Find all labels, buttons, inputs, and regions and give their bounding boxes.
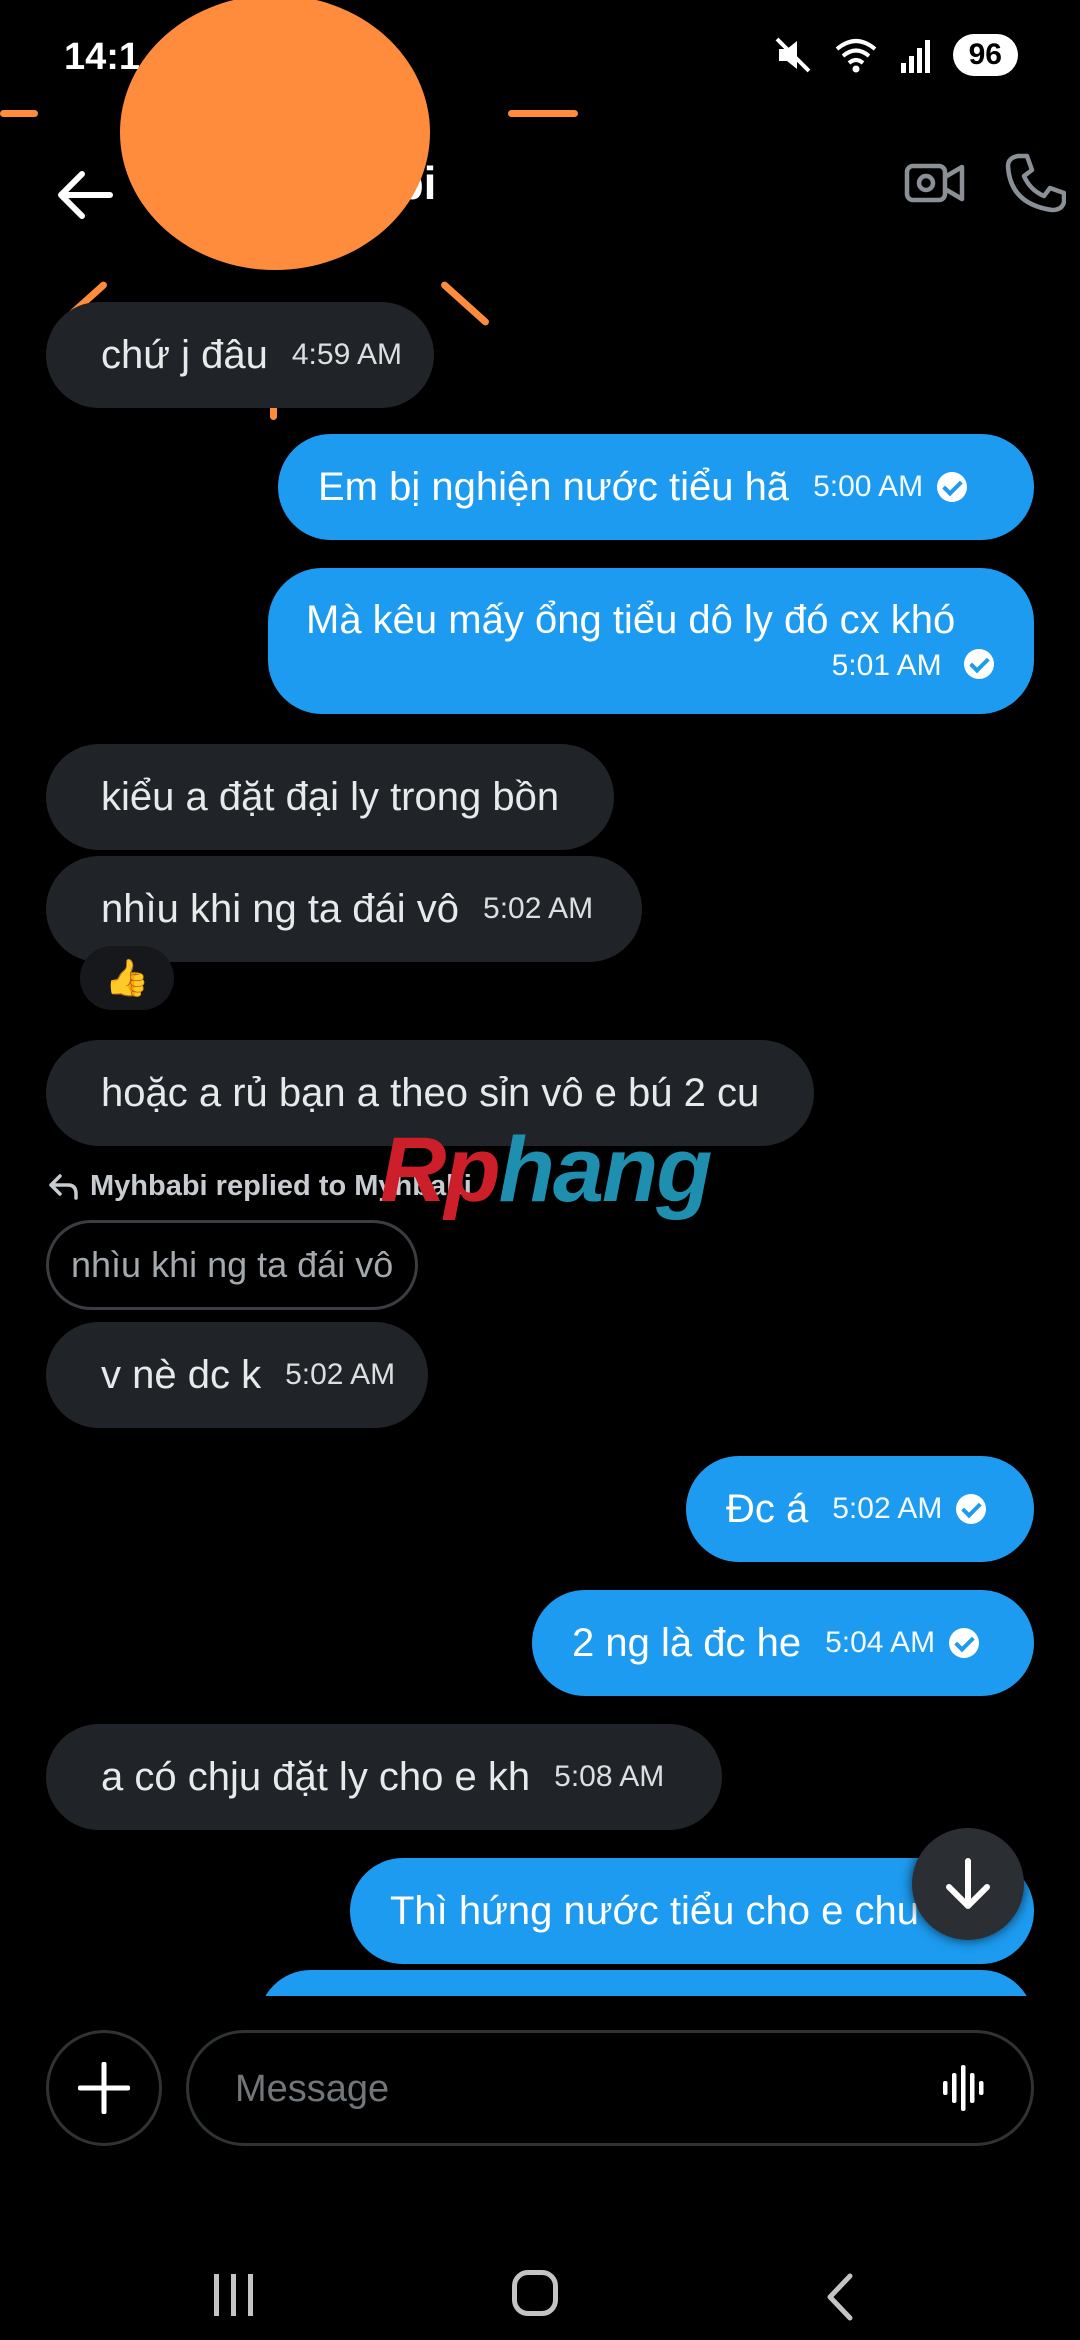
redaction-ray — [508, 110, 578, 117]
status-icons: 96 — [773, 34, 1018, 76]
message-time: 4:59 AM — [291, 338, 402, 371]
message-time: 5:00 AM — [813, 470, 924, 503]
back-arrow-icon[interactable] — [50, 160, 120, 230]
message-sent[interactable]: 2 ng là đc he 5:04 AM — [532, 1590, 1034, 1696]
status-time: 14:1 — [64, 36, 141, 78]
thumbs-up-icon: 👍 — [104, 957, 150, 998]
message-input[interactable] — [233, 2063, 877, 2115]
voice-message-icon[interactable] — [937, 2061, 991, 2115]
add-attachment-button[interactable] — [46, 2030, 162, 2146]
message-text: nhìu khi ng ta đái vô — [101, 886, 460, 931]
message-text: 2 ng là đc he — [572, 1620, 802, 1665]
reaction-badge[interactable]: 👍 — [80, 946, 174, 1010]
message-text: hoặc a rủ bạn a theo sỉn vô e bú 2 cu — [101, 1070, 760, 1115]
plus-icon — [78, 2062, 130, 2114]
message-text: kiểu a đặt đại ly trong bồn — [101, 774, 560, 819]
redaction-ray — [0, 110, 38, 117]
wifi-icon — [835, 39, 876, 73]
avatar-redaction — [120, 0, 430, 270]
message-text: Đc á — [726, 1486, 809, 1531]
recent-apps-icon[interactable] — [210, 2272, 258, 2318]
message-composer — [186, 2030, 1034, 2146]
message-time: 5:02 AM — [832, 1492, 943, 1525]
watermark-logo: Rphang — [380, 1118, 713, 1223]
message-time: 5:02 AM — [285, 1358, 396, 1391]
message-text: chứ j đâu — [101, 332, 268, 377]
message-sent[interactable]: Mà kêu mấy ổng tiểu dô ly đó cx khó 5:01… — [268, 568, 1034, 714]
read-check-icon — [956, 1494, 987, 1524]
nav-back-icon[interactable] — [822, 2272, 856, 2322]
phone-call-icon[interactable] — [1004, 152, 1066, 214]
mute-icon — [775, 37, 811, 73]
reply-arrow-icon — [49, 1173, 78, 1200]
message-text: Em bị nghiện nước tiểu hã — [318, 464, 790, 509]
message-received[interactable]: v nè dc k 5:02 AM — [46, 1322, 428, 1428]
message-time: 5:04 AM — [825, 1626, 936, 1659]
message-sent[interactable]: Đc á 5:02 AM — [686, 1456, 1034, 1562]
read-check-icon — [964, 649, 994, 679]
home-icon[interactable] — [512, 2270, 558, 2316]
redaction-ray — [439, 280, 491, 327]
message-time: 5:08 AM — [554, 1760, 665, 1793]
watermark-part-1: Rp — [380, 1119, 501, 1221]
read-check-icon — [949, 1628, 980, 1658]
message-received[interactable]: chứ j đâu 4:59 AM — [46, 302, 434, 408]
reply-quote-text: nhìu khi ng ta đái vô — [71, 1244, 394, 1285]
watermark-part-2: hang — [498, 1119, 713, 1221]
arrow-down-icon — [946, 1858, 990, 1909]
read-check-icon — [937, 472, 968, 502]
message-received[interactable]: a có chju đặt ly cho e kh 5:08 AM — [46, 1724, 722, 1830]
reply-quote[interactable]: nhìu khi ng ta đái vô — [46, 1220, 419, 1310]
message-text: Thì hứng nước tiểu cho e chu — [390, 1888, 919, 1933]
message-text: v nè dc k — [101, 1352, 262, 1397]
message-time: 5:02 AM — [483, 892, 594, 925]
message-sent[interactable]: Em bị nghiện nước tiểu hã 5:00 AM — [278, 434, 1034, 540]
video-call-icon[interactable] — [904, 152, 966, 214]
message-received[interactable]: kiểu a đặt đại ly trong bồn — [46, 744, 614, 850]
system-nav-bar — [0, 2220, 1080, 2340]
battery-level: 96 — [952, 34, 1018, 76]
message-text: Mà kêu mấy ổng tiểu dô ly đó cx khó — [306, 598, 956, 642]
message-time: 5:01 AM — [831, 649, 942, 682]
scroll-to-bottom-button[interactable] — [912, 1828, 1024, 1940]
signal-icon — [900, 40, 930, 73]
message-text: a có chju đặt ly cho e kh — [101, 1754, 531, 1799]
